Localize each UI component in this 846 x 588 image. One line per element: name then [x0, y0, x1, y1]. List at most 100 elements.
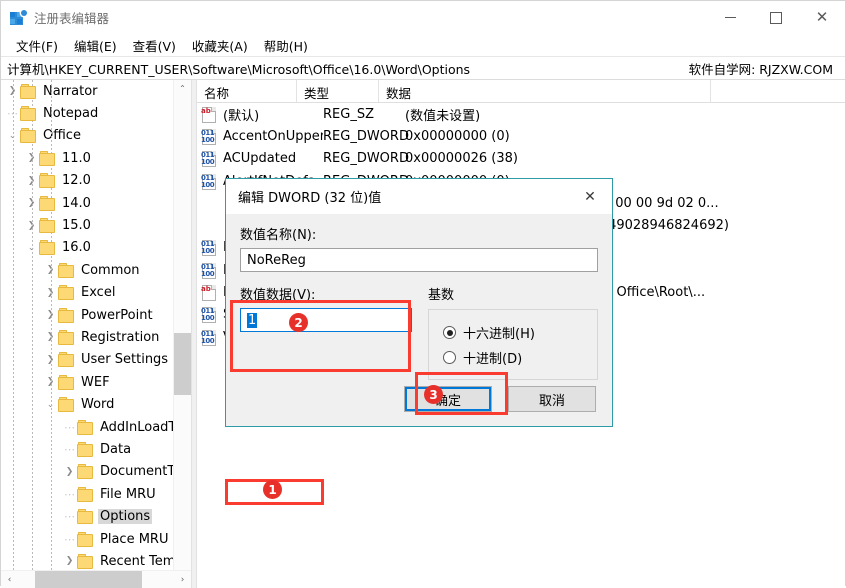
- tree-node-file-mru[interactable]: ⋯ File MRU: [1, 483, 174, 505]
- folder-icon: [39, 174, 55, 187]
- dialog-close-icon[interactable]: ✕: [568, 180, 612, 214]
- tree-node-powerpoint[interactable]: ❯PowerPoint: [1, 304, 174, 326]
- ok-button[interactable]: 确定: [404, 386, 492, 412]
- base-column: 基数 十六进制(H) 十进制(D): [428, 284, 598, 380]
- registry-path: 计算机\HKEY_CURRENT_USER\Software\Microsoft…: [7, 59, 470, 78]
- cancel-button[interactable]: 取消: [508, 386, 596, 412]
- menu-bar: 文件(F) 编辑(E) 查看(V) 收藏夹(A) 帮助(H): [1, 34, 845, 56]
- tree-node-11-0[interactable]: ❯11.0: [1, 147, 174, 169]
- column-header-type[interactable]: 类型: [297, 80, 379, 102]
- menu-edit[interactable]: 编辑(E): [66, 34, 125, 57]
- dword-value-icon: 011100: [201, 330, 217, 345]
- tree-node-user-settings[interactable]: ❯User Settings: [1, 349, 174, 371]
- chevron-right-icon[interactable]: ❯: [62, 467, 77, 477]
- value-data-cell: c0 03 00 00 9d 02 0...: [575, 196, 845, 211]
- close-button[interactable]: ✕: [799, 1, 845, 34]
- annotation-badge-1: 1: [263, 480, 282, 499]
- radio-hexadecimal[interactable]: 十六进制(H): [443, 320, 597, 345]
- chevron-right-icon[interactable]: ❯: [62, 556, 77, 566]
- tree-node-data[interactable]: ⋯Data: [1, 438, 174, 460]
- tree-node-16-0[interactable]: ⌄16.0: [1, 237, 174, 259]
- tree-node-15-0[interactable]: ❯15.0: [1, 214, 174, 236]
- maximize-button[interactable]: [753, 1, 799, 34]
- value-type-cell: REG_SZ: [323, 107, 405, 122]
- tree-node-label: 12.0: [60, 173, 93, 188]
- column-header-name[interactable]: 名称: [197, 80, 297, 102]
- scroll-right-icon[interactable]: ›: [174, 571, 191, 588]
- tree-node-12-0[interactable]: ❯12.0: [1, 170, 174, 192]
- tree-node-label: Common: [79, 263, 142, 278]
- table-row[interactable]: 011100AccentOnUpperREG_DWORD0x00000000 (…: [197, 125, 845, 147]
- folder-icon: [77, 443, 93, 456]
- value-name-cell: ACUpdated: [223, 151, 323, 166]
- address-bar[interactable]: 计算机\HKEY_CURRENT_USER\Software\Microsoft…: [1, 56, 845, 80]
- folder-icon: [58, 264, 74, 277]
- tree-horizontal-scrollbar[interactable]: ‹ ›: [1, 570, 191, 588]
- tree-leaf-marker: ⋯: [62, 510, 77, 523]
- menu-view[interactable]: 查看(V): [125, 34, 184, 57]
- folder-icon: [58, 353, 74, 366]
- table-row[interactable]: 011100ACUpdatedREG_DWORD0x00000026 (38): [197, 148, 845, 170]
- watermark-text: 软件自学网: RJZXW.COM: [689, 59, 839, 78]
- dword-value-icon: 011100: [201, 263, 217, 278]
- window-controls: ✕: [707, 1, 845, 34]
- tree-node-addinloadti[interactable]: ⋯AddInLoadTi: [1, 416, 174, 438]
- registry-editor-window: 注册表编辑器 ✕ 文件(F) 编辑(E) 查看(V) 收藏夹(A) 帮助(H) …: [0, 0, 846, 586]
- tree-node-documentte[interactable]: ❯DocumentTe: [1, 461, 174, 483]
- tree-node-excel[interactable]: ❯Excel: [1, 282, 174, 304]
- scroll-left-icon[interactable]: ‹: [1, 571, 18, 588]
- tree-node-notepad[interactable]: ⋯Notepad: [1, 102, 174, 124]
- tree-node-common[interactable]: ❯Common: [1, 259, 174, 281]
- dword-value-icon: 011100: [201, 151, 217, 166]
- scroll-up-icon[interactable]: ⌃: [174, 80, 191, 97]
- folder-icon: [20, 85, 36, 98]
- tree-node-label: Office: [41, 128, 83, 143]
- dword-value-icon: 011100: [201, 174, 217, 189]
- folder-icon: [77, 465, 93, 478]
- tree-node-label: Excel: [79, 285, 117, 300]
- folder-icon: [77, 488, 93, 501]
- tree-node-label: Narrator: [41, 84, 100, 99]
- tree-node-label: 11.0: [60, 151, 93, 166]
- registry-tree[interactable]: ❯Narrator⋯Notepad⌄Office❯11.0❯12.0❯14.0❯…: [1, 80, 174, 588]
- tree-node-label: 16.0: [60, 240, 93, 255]
- tree-node-narrator[interactable]: ❯Narrator: [1, 80, 174, 102]
- value-name-input[interactable]: NoReReg: [240, 248, 598, 272]
- value-data-input[interactable]: 1: [240, 308, 412, 332]
- menu-file[interactable]: 文件(F): [8, 34, 66, 57]
- tree-leaf-marker: ⋯: [62, 488, 77, 501]
- annotation-badge-2: 2: [289, 313, 308, 332]
- value-type-cell: REG_DWORD: [323, 151, 405, 166]
- tree-node-word[interactable]: ⌄Word: [1, 393, 174, 415]
- minimize-button[interactable]: [707, 1, 753, 34]
- tree-hscroll-thumb[interactable]: [35, 571, 142, 588]
- folder-icon: [58, 309, 74, 322]
- tree-node-place-mru[interactable]: ⋯Place MRU: [1, 528, 174, 550]
- tree-node-options[interactable]: ⋯ Options: [1, 505, 174, 527]
- menu-favorites[interactable]: 收藏夹(A): [184, 34, 256, 57]
- tree-node-label: Notepad: [41, 106, 100, 121]
- base-label: 基数: [428, 284, 598, 303]
- tree-node-label: Options: [98, 509, 152, 524]
- dialog-middle-row: 数值数据(V): 1 基数 十六进制(H) 十进制(D): [240, 284, 598, 380]
- radio-decimal[interactable]: 十进制(D): [443, 345, 597, 370]
- value-data-cell: 191149028946824692): [575, 218, 845, 233]
- table-row[interactable]: ab(默认)REG_SZ(数值未设置): [197, 103, 845, 125]
- folder-icon: [20, 129, 36, 142]
- value-data-label: 数值数据(V):: [240, 284, 412, 303]
- window-title: 注册表编辑器: [34, 8, 109, 27]
- tree-node-office[interactable]: ⌄Office: [1, 125, 174, 147]
- tree-scroll-thumb[interactable]: [174, 333, 191, 395]
- tree-node-label: File MRU: [98, 487, 158, 502]
- tree-vertical-scrollbar[interactable]: ⌃ ⌄: [173, 80, 191, 588]
- menu-help[interactable]: 帮助(H): [256, 34, 316, 57]
- tree-node-wef[interactable]: ❯WEF: [1, 371, 174, 393]
- tree-node-registration[interactable]: ❯Registration: [1, 326, 174, 348]
- tree-node-14-0[interactable]: ❯14.0: [1, 192, 174, 214]
- column-header-data[interactable]: 数据: [379, 80, 711, 102]
- dialog-title: 编辑 DWORD (32 位)值: [238, 187, 381, 206]
- tree-node-label: WEF: [79, 375, 112, 390]
- dialog-title-bar: 编辑 DWORD (32 位)值 ✕: [226, 179, 612, 214]
- column-header-spacer: [711, 80, 845, 102]
- string-value-icon: ab: [201, 285, 217, 300]
